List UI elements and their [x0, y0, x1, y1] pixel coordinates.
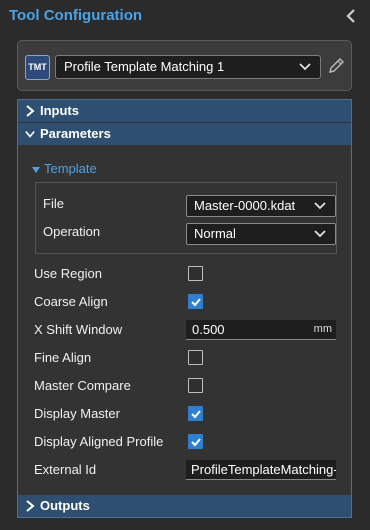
checkmark-icon — [191, 410, 201, 419]
parameters-section-header[interactable]: Parameters — [18, 123, 351, 145]
x-shift-window-label: X Shift Window — [34, 322, 123, 337]
tool-selector-card: TMT Profile Template Matching 1 — [17, 40, 352, 91]
tool-instance-value: Profile Template Matching 1 — [64, 59, 225, 74]
use-region-label: Use Region — [34, 266, 102, 281]
edit-pencil-icon[interactable] — [327, 55, 345, 77]
outputs-section-label: Outputs — [40, 498, 90, 513]
external-id-label: External Id — [34, 462, 97, 477]
chevron-right-icon — [26, 500, 35, 512]
coarse-align-label: Coarse Align — [34, 294, 108, 309]
master-compare-checkbox[interactable] — [188, 378, 203, 393]
inputs-section-label: Inputs — [40, 103, 79, 118]
tool-type-badge: TMT — [25, 55, 50, 80]
chevron-right-icon — [26, 105, 35, 117]
chevron-down-icon — [314, 230, 326, 238]
external-id-value: ProfileTemplateMatching-0 — [191, 462, 336, 477]
x-shift-window-input[interactable]: 0.500 mm — [186, 320, 336, 340]
operation-label: Operation — [43, 224, 101, 239]
use-region-checkbox[interactable] — [188, 266, 203, 281]
file-label: File — [43, 196, 64, 211]
checkmark-icon — [191, 298, 201, 307]
master-compare-label: Master Compare — [34, 378, 131, 393]
coarse-align-checkbox[interactable] — [188, 294, 203, 309]
fine-align-label: Fine Align — [34, 350, 92, 365]
title-bar: Tool Configuration — [0, 0, 370, 32]
template-group-label: Template — [44, 161, 97, 176]
checkmark-icon — [191, 438, 201, 447]
display-master-label: Display Master — [34, 406, 120, 421]
external-id-input[interactable]: ProfileTemplateMatching-0 — [186, 460, 336, 480]
outputs-section-header[interactable]: Outputs — [18, 495, 351, 517]
parameters-section-label: Parameters — [40, 126, 111, 141]
x-shift-window-value: 0.500 — [192, 322, 225, 337]
chevron-down-icon — [299, 63, 311, 71]
template-group-toggle[interactable]: Template — [32, 161, 97, 176]
parameters-panel: Inputs Parameters Template File Master-0… — [17, 99, 352, 518]
display-aligned-profile-label: Display Aligned Profile — [34, 434, 164, 449]
file-value: Master-0000.kdat — [194, 198, 296, 213]
operation-dropdown[interactable]: Normal — [186, 223, 336, 245]
inputs-section-header[interactable]: Inputs — [18, 100, 351, 122]
chevron-down-icon — [25, 130, 35, 138]
fine-align-checkbox[interactable] — [188, 350, 203, 365]
tool-instance-dropdown[interactable]: Profile Template Matching 1 — [55, 55, 321, 79]
operation-value: Normal — [194, 226, 236, 241]
collapse-chevron-left-icon[interactable] — [344, 8, 358, 24]
x-shift-window-unit: mm — [313, 323, 332, 335]
chevron-down-icon — [314, 202, 326, 210]
caret-down-icon — [32, 166, 40, 173]
display-aligned-profile-checkbox[interactable] — [188, 434, 203, 449]
display-master-checkbox[interactable] — [188, 406, 203, 421]
file-dropdown[interactable]: Master-0000.kdat — [186, 195, 336, 217]
panel-title: Tool Configuration — [9, 7, 143, 24]
